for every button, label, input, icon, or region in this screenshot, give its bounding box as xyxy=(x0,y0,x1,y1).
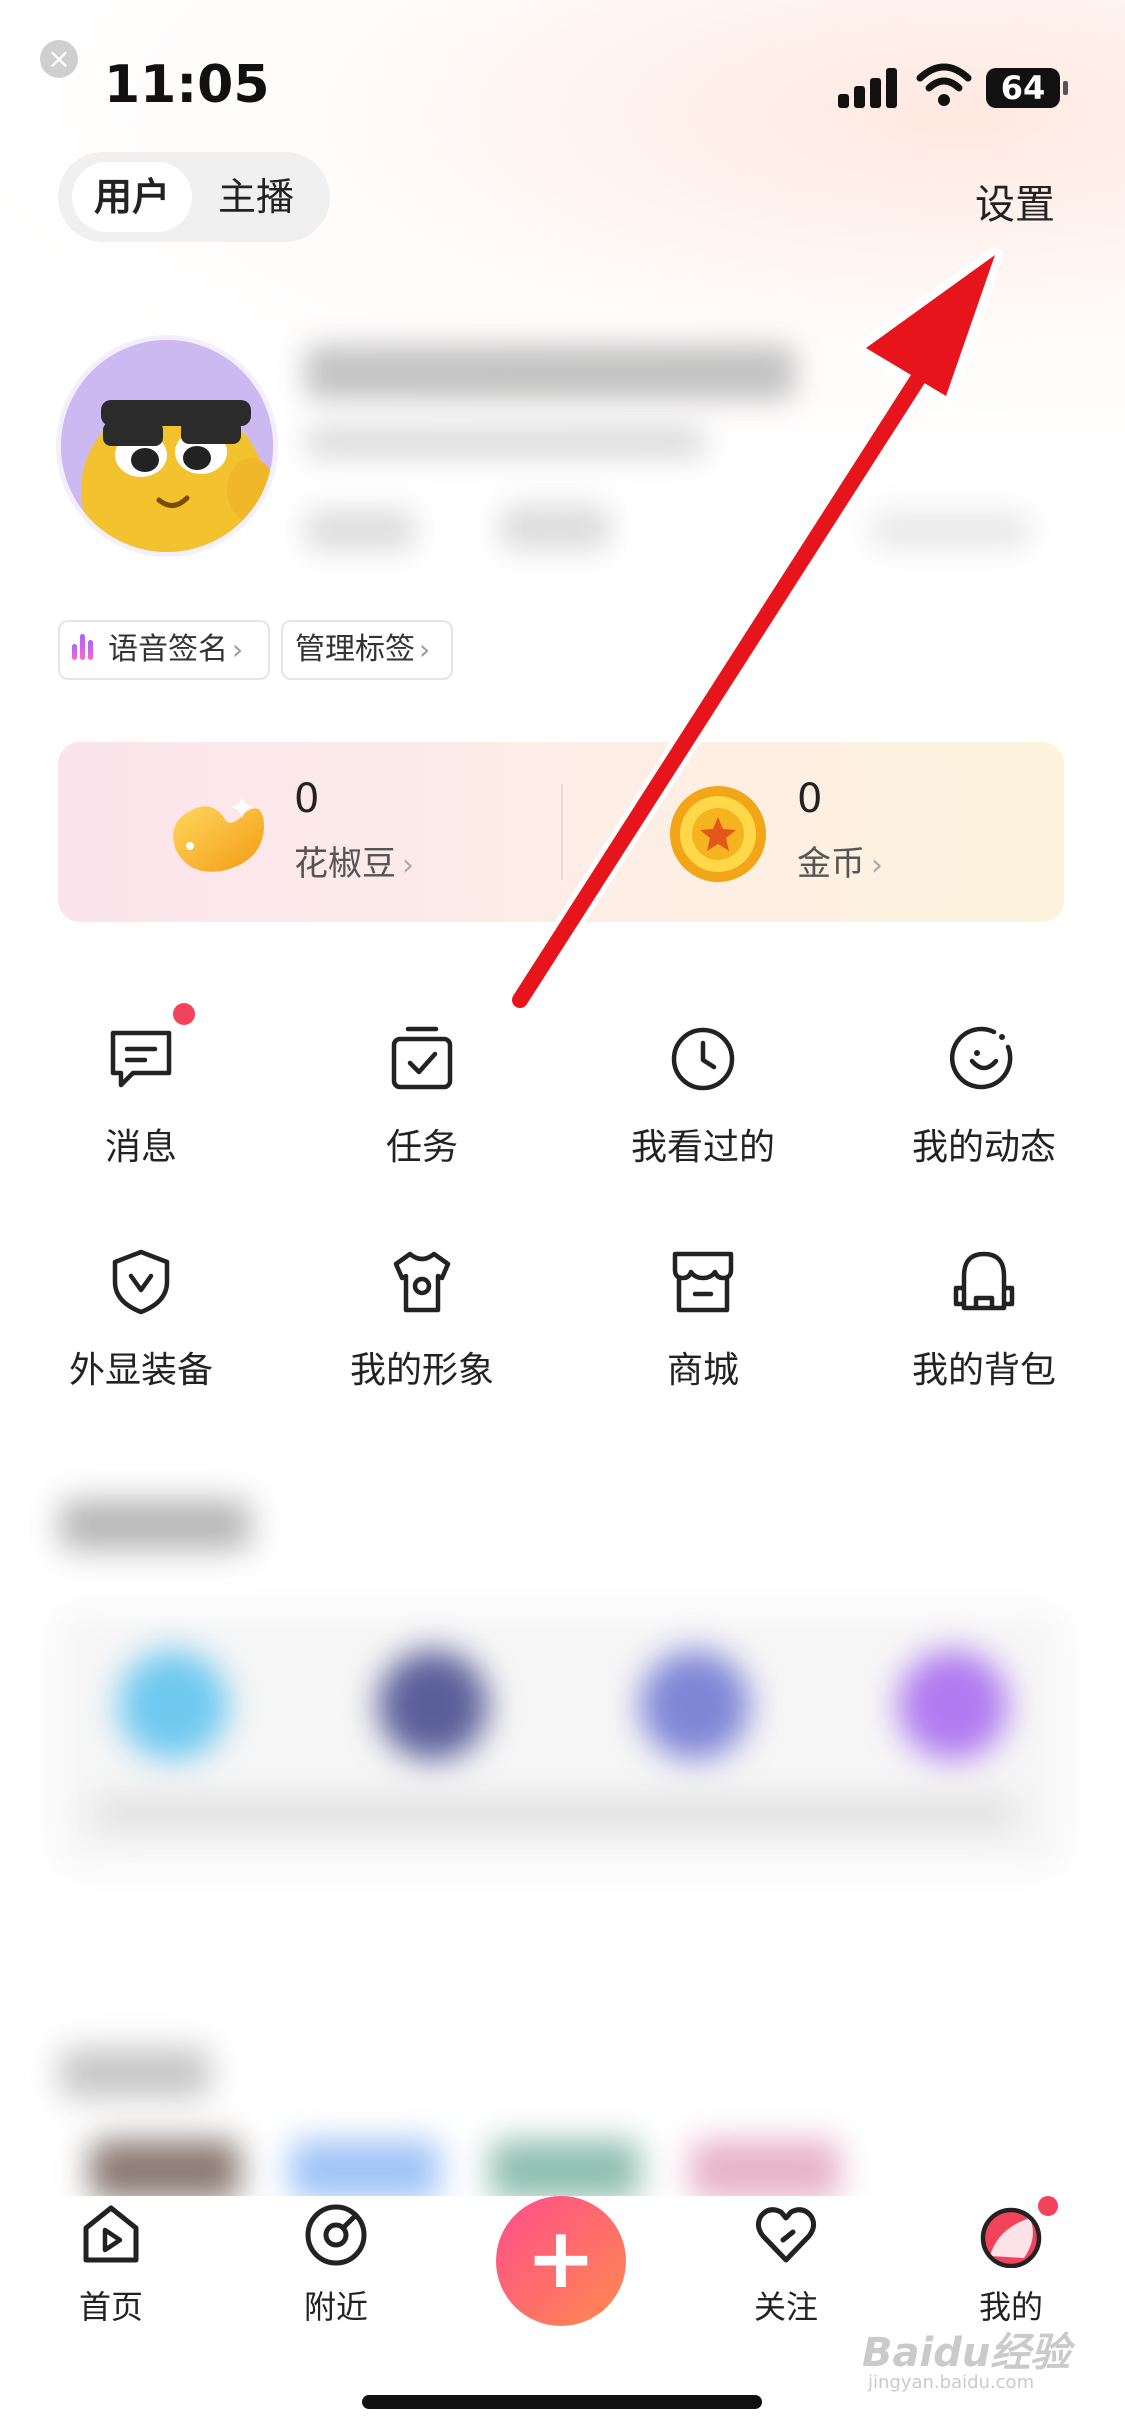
bean-count: 0 xyxy=(294,776,320,822)
battery-indicator: 64 xyxy=(986,68,1068,108)
user-id-blurred xyxy=(305,425,705,459)
tab-mine[interactable]: 我的 xyxy=(936,2196,1086,2336)
tab-nearby[interactable]: 附近 xyxy=(261,2196,411,2336)
grid-label-image: 我的形象 xyxy=(349,1350,494,1391)
grid-item-equipment[interactable]: 外显装备 xyxy=(31,1248,251,1408)
manage-tags-chip[interactable]: 管理标签 › xyxy=(281,620,453,680)
chevron-right-icon: › xyxy=(871,848,883,883)
stats-blurred-3 xyxy=(870,512,1030,548)
avatar-character-icon xyxy=(61,340,273,552)
blurred-app-3 xyxy=(640,1650,750,1760)
shield-icon xyxy=(112,1249,170,1315)
settings-button[interactable]: 设置 xyxy=(975,172,1055,230)
close-icon[interactable]: × xyxy=(40,40,78,78)
clock-icon xyxy=(671,1027,735,1091)
tab-home[interactable]: 首页 xyxy=(36,2196,186,2336)
grid-label-store: 商城 xyxy=(666,1350,739,1391)
home-indicator xyxy=(362,2395,762,2409)
signal-icon xyxy=(838,68,900,108)
bean-label-text: 花椒豆 xyxy=(294,844,396,884)
coin-wallet-item[interactable]: 0 金币 › xyxy=(561,742,1064,922)
backpack-icon xyxy=(953,1251,1015,1311)
coin-label-text: 金币 xyxy=(797,844,865,884)
home-play-icon xyxy=(83,2205,139,2263)
blurred-section-title xyxy=(60,1500,250,1550)
wifi-icon xyxy=(916,63,972,106)
wallet-card: 0 花椒豆 › 0 金币 › xyxy=(58,742,1064,922)
tab-follow[interactable]: 关注 xyxy=(711,2196,861,2336)
voice-signature-label: 语音签名 xyxy=(108,632,228,667)
bean-label: 花椒豆 › xyxy=(294,836,414,885)
profile-face-icon xyxy=(980,2207,1042,2268)
avatar[interactable] xyxy=(56,335,278,557)
grid-label-moments: 我的动态 xyxy=(911,1127,1056,1168)
stats-blurred-1 xyxy=(305,510,415,550)
tab-user[interactable]: 用户 xyxy=(72,162,192,232)
bean-wallet-item[interactable]: 0 花椒豆 › xyxy=(58,742,561,922)
grid-label-message: 消息 xyxy=(104,1127,177,1168)
blurred-thumb-3 xyxy=(490,2140,640,2200)
compass-icon xyxy=(305,2204,367,2266)
shirt-icon xyxy=(393,1251,451,1313)
blurred-app-2 xyxy=(378,1650,488,1760)
grid-item-history[interactable]: 我看过的 xyxy=(593,1025,813,1185)
blurred-section-title-2 xyxy=(60,2048,210,2098)
manage-tags-label: 管理标签 xyxy=(295,632,415,667)
grid-item-moments[interactable]: 我的动态 xyxy=(874,1025,1094,1185)
grid-label-history: 我看过的 xyxy=(630,1127,775,1168)
task-icon xyxy=(391,1026,453,1090)
blurred-thumb-2 xyxy=(290,2140,440,2200)
grid-item-task[interactable]: 任务 xyxy=(312,1025,532,1185)
grid-item-backpack[interactable]: 我的背包 xyxy=(874,1248,1094,1408)
voice-signature-chip[interactable]: 语音签名 › xyxy=(58,620,270,680)
username-blurred xyxy=(305,345,795,400)
moments-icon xyxy=(950,1026,1013,1090)
blurred-app-1 xyxy=(118,1650,228,1760)
chevron-right-icon: › xyxy=(402,848,414,883)
store-icon xyxy=(672,1251,734,1313)
tab-anchor[interactable]: 主播 xyxy=(196,162,316,232)
grid-item-message[interactable]: 消息 xyxy=(31,1003,251,1185)
blurred-app-labels xyxy=(95,1800,1015,1826)
chevron-right-icon: › xyxy=(419,633,431,666)
chevron-right-icon: › xyxy=(232,633,244,666)
tab-label-home: 首页 xyxy=(78,2288,143,2326)
grid-label-task: 任务 xyxy=(385,1127,458,1168)
blurred-thumb-4 xyxy=(690,2140,840,2200)
message-icon xyxy=(110,1030,172,1088)
tab-label-follow: 关注 xyxy=(753,2288,818,2326)
heart-icon xyxy=(755,2207,817,2263)
grid-label-backpack: 我的背包 xyxy=(911,1350,1056,1391)
coin-count: 0 xyxy=(797,776,823,822)
blurred-app-4 xyxy=(898,1650,1008,1760)
message-badge xyxy=(173,1003,195,1025)
grid-item-image[interactable]: 我的形象 xyxy=(312,1248,532,1408)
blurred-thumb-1 xyxy=(90,2140,240,2200)
role-switch: 用户 主播 xyxy=(58,152,330,242)
voice-wave-icon xyxy=(72,633,100,663)
stats-blurred-2 xyxy=(500,505,610,550)
coin-label: 金币 › xyxy=(797,836,883,885)
grid-label-equipment: 外显装备 xyxy=(68,1350,213,1391)
mine-badge xyxy=(1038,2196,1058,2216)
add-button[interactable]: + xyxy=(496,2196,626,2326)
watermark-url: jingyan.baidu.com xyxy=(868,2372,1035,2393)
status-time: 11:05 xyxy=(104,55,270,115)
watermark: Baidu经验 xyxy=(862,2330,1071,2376)
grid-item-store[interactable]: 商城 xyxy=(593,1248,813,1408)
tab-label-nearby: 附近 xyxy=(303,2288,368,2326)
status-bar: × 11:05 64 xyxy=(0,0,1125,160)
